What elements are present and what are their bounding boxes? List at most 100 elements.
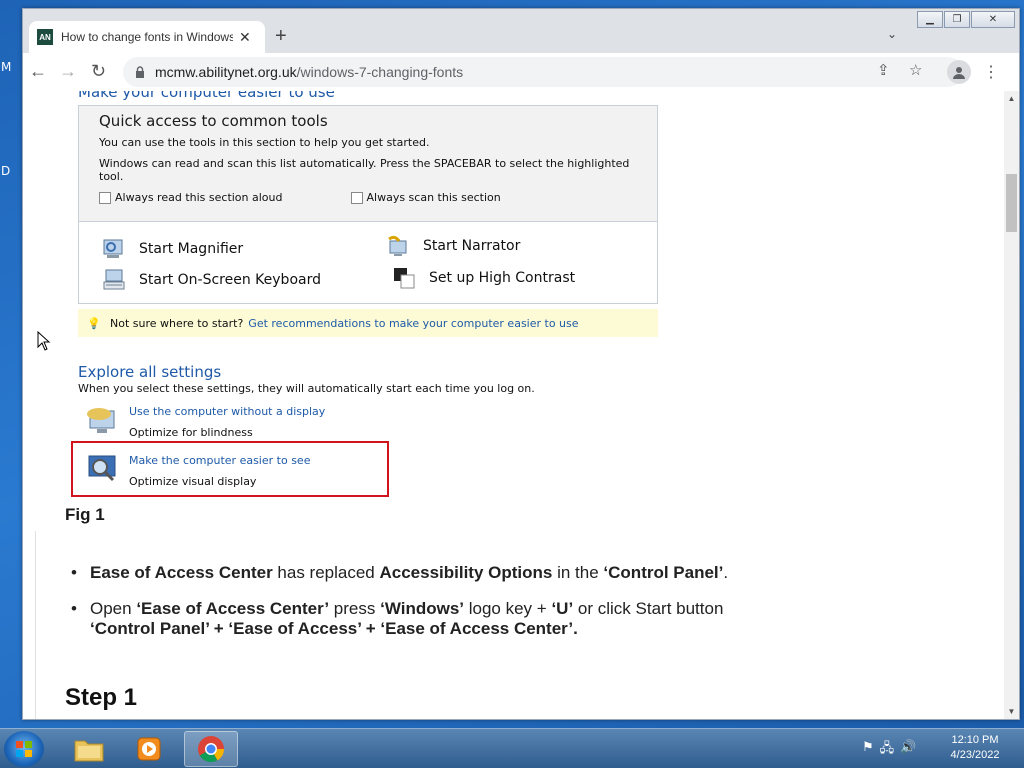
vertical-scrollbar[interactable]: ▲ ▼ (1004, 91, 1019, 719)
list-item: Open ‘Ease of Access Center’ press ‘Wind… (71, 599, 791, 639)
tool-high-contrast-label: Set up High Contrast (429, 270, 576, 286)
bullet1-bold1: Ease of Access Center (90, 563, 273, 582)
tool-onscreen-keyboard-label: Start On-Screen Keyboard (139, 272, 321, 288)
read-aloud-label: Always read this section aloud (115, 191, 283, 204)
volume-icon[interactable]: 🔊 (900, 739, 916, 761)
monitor-speaker-icon (87, 408, 115, 433)
forward-arrow-icon[interactable]: → (59, 61, 77, 82)
browser-tab-active[interactable]: AN How to change fonts in Windows ✕ (29, 21, 265, 53)
scan-section-checkbox: Always scan this section (350, 191, 501, 204)
reload-icon[interactable]: ↻ (91, 61, 106, 82)
bullet1-bold2: Accessibility Options (379, 563, 553, 582)
window-controls: ▁ ❐ ✕ (917, 11, 1015, 28)
tab-close-icon[interactable]: ✕ (239, 29, 251, 46)
clock-time: 12:10 PM (951, 734, 999, 746)
bullet2-text4: or click Start button (573, 599, 724, 618)
tab-search-chevron-icon[interactable]: ⌄ (887, 27, 897, 41)
bullet2-text1: Open (90, 599, 137, 618)
recommendations-link: Get recommendations to make your compute… (248, 316, 579, 330)
red-highlight-box (71, 441, 389, 497)
read-aloud-checkbox: Always read this section aloud (99, 191, 283, 204)
browser-window: ▁ ❐ ✕ AN How to change fonts in Windows … (22, 8, 1020, 720)
site-favicon: AN (37, 29, 53, 45)
bullet1-bold3: ‘Control Panel’ (603, 563, 724, 582)
tool-high-contrast: Set up High Contrast (393, 267, 575, 289)
action-center-flag-icon[interactable]: ⚑ (862, 739, 874, 761)
url-text: mcmw.abilitynet.org.uk/windows-7-changin… (155, 64, 463, 80)
restore-icon: ❐ (952, 14, 962, 25)
bookmark-star-icon[interactable]: ☆ (909, 61, 922, 79)
url-path: /windows-7-changing-fonts (296, 64, 464, 80)
url-domain: mcmw.abilitynet.org.uk (155, 64, 297, 80)
start-button[interactable] (4, 731, 44, 767)
close-window-button[interactable]: ✕ (971, 11, 1015, 28)
checkbox-icon (99, 191, 111, 204)
no-display-link: Use the computer without a display (129, 405, 326, 418)
bullet2-text2: press (329, 599, 381, 618)
hint-text: Not sure where to start? (110, 316, 244, 330)
windows-logo-icon (16, 741, 32, 757)
explore-settings-subtitle: When you select these settings, they wil… (78, 382, 535, 395)
content-divider (35, 531, 36, 719)
tool-onscreen-keyboard: Start On-Screen Keyboard (103, 269, 321, 291)
system-tray: ⚑ 🖧 🔊 (862, 739, 916, 761)
desktop-icon-label-fragment: D (1, 164, 11, 178)
bullet2-bold2: ‘Windows’ (380, 599, 465, 618)
quick-access-title: Quick access to common tools (99, 112, 328, 130)
browser-menu-icon[interactable]: ⋮ (983, 62, 999, 82)
bullet2-bold3: ‘U’ (551, 599, 574, 618)
lightbulb-icon: 💡 (87, 316, 101, 330)
profile-avatar-icon[interactable] (947, 60, 971, 84)
browser-toolbar: ← → ↻ mcmw.abilitynet.org.uk/windows-7-c… (23, 53, 1019, 91)
taskbar-clock[interactable]: 12:10 PM 4/23/2022 (940, 733, 1010, 763)
tool-narrator-label: Start Narrator (423, 238, 521, 254)
setting-no-display: Use the computer without a display Optim… (85, 403, 325, 439)
minimize-button[interactable]: ▁ (917, 11, 943, 28)
clock-date: 4/23/2022 (950, 749, 1000, 761)
scan-section-label: Always scan this section (366, 191, 501, 204)
taskbar-media-player[interactable] (122, 731, 176, 767)
explore-settings-title: Explore all settings (78, 363, 222, 381)
figure-caption: Fig 1 (65, 505, 105, 524)
taskbar-explorer[interactable] (62, 731, 116, 767)
windows-taskbar: ⚑ 🖧 🔊 12:10 PM 4/23/2022 (0, 728, 1024, 768)
tool-narrator: Start Narrator (387, 235, 520, 257)
list-item: Ease of Access Center has replaced Acces… (71, 563, 791, 583)
network-icon[interactable]: 🖧 (880, 739, 895, 761)
bullet2-text3: logo key + (464, 599, 552, 618)
bullet1-text2: in the (552, 563, 604, 582)
magnifier-icon (103, 239, 123, 258)
scroll-up-arrow-icon[interactable]: ▲ (1004, 91, 1019, 106)
instruction-list: Ease of Access Center has replaced Acces… (71, 563, 791, 655)
bullet1-text3: . (723, 563, 729, 582)
scrollbar-thumb[interactable] (1006, 174, 1017, 232)
quick-access-line2: Windows can read and scan this list auto… (99, 157, 630, 183)
share-icon[interactable]: ⇪ (877, 61, 890, 79)
bullet2-bold1: ‘Ease of Access Center’ (136, 599, 330, 618)
checkbox-icon (350, 191, 363, 204)
high-contrast-icon (394, 268, 415, 289)
media-player-icon (137, 737, 161, 761)
tool-magnifier: Start Magnifier (103, 238, 243, 260)
quick-access-panel: Quick access to common tools You can use… (78, 105, 658, 304)
close-icon: ✕ (988, 14, 998, 25)
quick-access-line1: You can use the tools in this section to… (99, 136, 430, 149)
restore-button[interactable]: ❐ (944, 11, 970, 28)
narrator-icon (388, 235, 407, 256)
bullet2-bold4: ‘Control Panel’ + ‘Ease of Access’ + ‘Ea… (90, 619, 578, 638)
scroll-down-arrow-icon[interactable]: ▼ (1004, 704, 1019, 719)
mouse-pointer-icon (37, 331, 51, 351)
desktop-icon-label-fragment: M (1, 60, 12, 74)
address-bar[interactable]: mcmw.abilitynet.org.uk/windows-7-changin… (123, 57, 963, 87)
lock-icon (136, 66, 144, 78)
step-heading: Step 1 (65, 684, 138, 711)
chrome-icon (198, 736, 225, 763)
tab-title: How to change fonts in Windows (61, 30, 233, 44)
bullet1-text1: has replaced (272, 563, 380, 582)
taskbar-chrome[interactable] (184, 731, 238, 767)
onscreen-keyboard-icon (103, 269, 125, 290)
folder-icon (74, 740, 104, 762)
back-arrow-icon[interactable]: ← (29, 61, 47, 82)
new-tab-button[interactable]: + (275, 25, 287, 48)
no-display-desc: Optimize for blindness (129, 426, 253, 439)
